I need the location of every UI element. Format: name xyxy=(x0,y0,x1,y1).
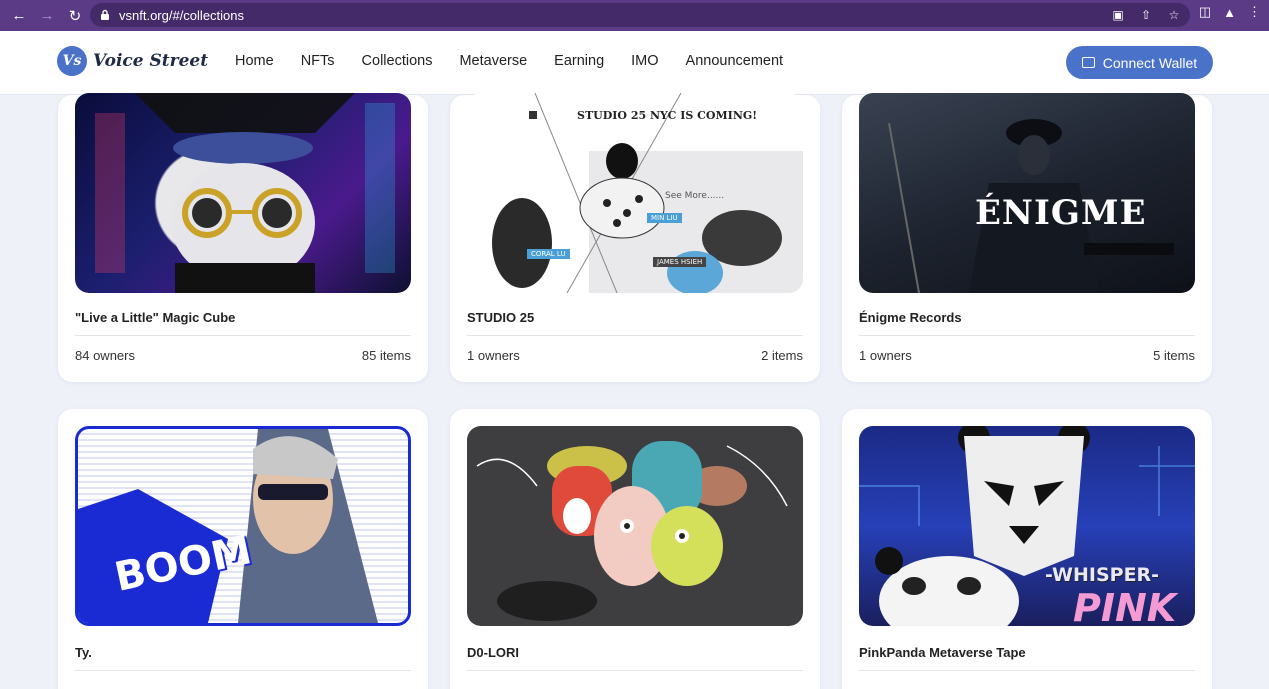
pink-text: PINK xyxy=(1073,586,1177,626)
bookmark-star-icon[interactable]: ☆ xyxy=(1166,8,1182,22)
share-icon[interactable]: ⇧ xyxy=(1138,8,1154,22)
menu-kebab-icon[interactable]: ⋮ xyxy=(1248,4,1261,20)
url-text: vsnft.org/#/collections xyxy=(119,7,245,23)
items-count: 85 items xyxy=(361,348,411,363)
items-count: 5 items xyxy=(1153,348,1195,363)
logo-text: Voice Street xyxy=(93,51,209,71)
collection-title: STUDIO 25 xyxy=(467,310,535,325)
owners-count: 1 owners xyxy=(467,348,520,363)
collection-image: BOOM xyxy=(75,426,411,626)
translate-icon[interactable]: ▣ xyxy=(1110,8,1126,22)
collection-image: -WHISPER- PINK xyxy=(859,426,1195,626)
nav-metaverse[interactable]: Metaverse xyxy=(459,53,527,69)
collection-meta: 1 owners 5 items xyxy=(859,348,1195,363)
nav-nfts[interactable]: NFTs xyxy=(301,53,335,69)
nav-home[interactable]: Home xyxy=(235,53,274,69)
browser-toolbar: ← → ↻ vsnft.org/#/collections ▣ ⇧ ☆ ◫ ▲ … xyxy=(0,0,1269,31)
collection-title: Énigme Records xyxy=(859,310,962,325)
divider xyxy=(75,335,411,336)
collection-card-studio-25[interactable]: STUDIO 25 NYC IS COMING! See More...... … xyxy=(450,93,820,382)
studio-heading: STUDIO 25 NYC IS COMING! xyxy=(577,109,758,122)
collection-card-magic-cube[interactable]: "Live a Little" Magic Cube 84 owners 85 … xyxy=(58,93,428,382)
studio-tag-min-liu: MIN LIU xyxy=(647,213,682,223)
lock-icon xyxy=(100,9,114,21)
back-icon[interactable]: ← xyxy=(6,3,32,29)
divider xyxy=(75,670,411,671)
divider xyxy=(859,335,1195,336)
collection-image: STUDIO 25 NYC IS COMING! See More...... … xyxy=(467,93,803,293)
whisper-text: -WHISPER- xyxy=(1045,564,1160,586)
site-header: Vs Voice Street Home NFTs Collections Me… xyxy=(0,31,1269,95)
collection-image: ÉNIGME xyxy=(859,93,1195,293)
collection-image xyxy=(467,426,803,626)
forward-icon[interactable]: → xyxy=(34,3,60,29)
items-count: 2 items xyxy=(761,348,803,363)
studio-see-more: See More...... xyxy=(665,191,725,201)
connect-wallet-button[interactable]: Connect Wallet xyxy=(1066,46,1213,79)
owners-count: 1 owners xyxy=(859,348,912,363)
collection-title: "Live a Little" Magic Cube xyxy=(75,310,236,325)
collection-card-pinkpanda[interactable]: -WHISPER- PINK PinkPanda Metaverse Tape xyxy=(842,409,1212,689)
nav-imo[interactable]: IMO xyxy=(631,53,658,69)
collection-card-d0-lori[interactable]: D0-LORI xyxy=(450,409,820,689)
site-logo[interactable]: Vs Voice Street xyxy=(57,46,208,76)
collection-card-enigme-records[interactable]: ÉNIGME Énigme Records 1 owners 5 items xyxy=(842,93,1212,382)
reload-icon[interactable]: ↻ xyxy=(62,3,88,29)
nav-announcement[interactable]: Announcement xyxy=(686,53,784,69)
collection-meta: 84 owners 85 items xyxy=(75,348,411,363)
collection-card-ty[interactable]: BOOM Ty. xyxy=(58,409,428,689)
studio-tag-coral-lu: CORAL LU xyxy=(527,249,570,259)
studio-tag-james-hsieh: JAMES HSIEH xyxy=(653,257,707,267)
collection-title: Ty. xyxy=(75,645,92,660)
main-nav: Home NFTs Collections Metaverse Earning … xyxy=(235,53,810,69)
owners-count: 84 owners xyxy=(75,348,135,363)
collection-title: D0-LORI xyxy=(467,645,519,660)
nav-earning[interactable]: Earning xyxy=(554,53,604,69)
sidebar-toggle-icon[interactable]: ◫ xyxy=(1199,4,1211,20)
enigme-logo-text: ÉNIGME xyxy=(975,193,1147,233)
address-bar[interactable]: vsnft.org/#/collections ▣ ⇧ ☆ xyxy=(90,3,1190,27)
collection-image xyxy=(75,93,411,293)
wallet-icon xyxy=(1081,57,1095,68)
divider xyxy=(467,335,803,336)
extension-icon[interactable]: ▲ xyxy=(1223,5,1236,20)
divider xyxy=(859,670,1195,671)
connect-wallet-label: Connect Wallet xyxy=(1102,54,1198,71)
collection-title: PinkPanda Metaverse Tape xyxy=(859,645,1026,660)
divider xyxy=(467,670,803,671)
collection-meta: 1 owners 2 items xyxy=(467,348,803,363)
nav-collections[interactable]: Collections xyxy=(362,53,433,69)
logo-mark: Vs xyxy=(57,46,87,76)
